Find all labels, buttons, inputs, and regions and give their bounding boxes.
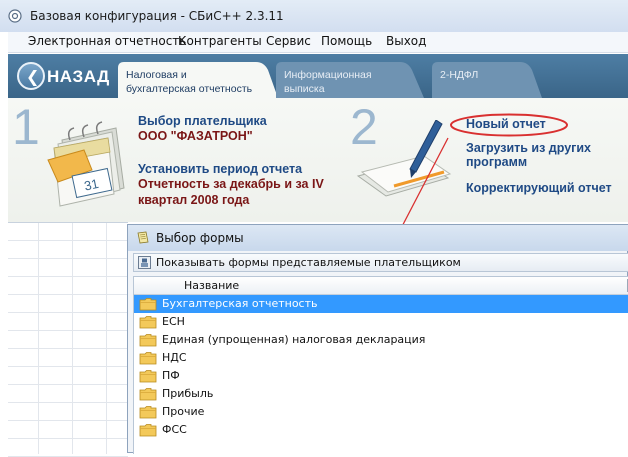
tab-label: Информационная выписка [284,69,372,95]
column-header-name[interactable]: Название [184,279,239,292]
grid-row [8,439,128,457]
list-item[interactable]: Прочие [134,403,628,421]
app-icon [8,9,22,23]
folder-icon [139,388,157,401]
title-bar: Базовая конфигурация - СБиС++ 2.3.11 [0,0,628,32]
grid-row [8,421,128,439]
dialog-title-bar[interactable]: Выбор формы [128,225,628,251]
calendar-day: 31 [83,176,100,194]
grid-row [8,241,128,259]
folder-icon [139,370,157,383]
tab-label: Налоговая и бухгалтерская отчетность [126,69,253,95]
grid-row [8,223,128,241]
folder-icon [139,316,157,329]
payer-name: ООО "ФАЗАТРОН" [138,129,253,143]
folder-icon [139,352,157,365]
list-item-label: ФСС [162,423,187,436]
folder-icon [139,334,157,347]
grid-row [8,295,128,313]
menu-item-reporting[interactable]: Электронная отчетность [28,34,186,48]
grid-row [8,367,128,385]
folder-icon [139,424,157,437]
tab-2ndfl[interactable]: 2-НДФЛ [432,62,542,100]
back-arrow-icon: ❮ [26,67,40,86]
new-report-link[interactable]: Новый отчет [466,117,546,131]
back-label: НАЗАД [47,67,110,86]
filter-label[interactable]: Показывать формы представляемые плательщ… [156,256,461,269]
list-item-label: Прочие [162,405,205,418]
pen-paper-icon [356,120,452,197]
grid-row [8,331,128,349]
list-item-label: ЕСН [162,315,185,328]
nav-tab-strip: ❮ НАЗАД Налоговая и бухгалтерская отчетн… [8,54,628,98]
grid-row [8,403,128,421]
folder-icon [139,406,157,419]
tab-label: 2-НДФЛ [440,69,479,81]
grid-row [8,385,128,403]
back-circle: ❮ [17,62,45,90]
step-number-1: 1 [12,99,40,155]
tab-tax-reporting[interactable]: Налоговая и бухгалтерская отчетность [118,62,278,100]
list-item[interactable]: НДС [134,349,628,367]
list-item-label: НДС [162,351,187,364]
steps-panel: 1 31 Выбор плательщика ООО "ФАЗАТРОН" Ус… [8,98,628,222]
filter-toggle-icon[interactable] [138,256,151,269]
folder-icon [139,298,157,311]
list-item[interactable]: Единая (упрощенная) налоговая декларация [134,331,628,349]
grid-row [8,259,128,277]
corrective-report-link[interactable]: Корректирующий отчет [466,181,612,195]
load-from-programs-link[interactable]: Загрузить из других программ [466,141,591,169]
tab-info-extract[interactable]: Информационная выписка [276,62,424,100]
grid-row [8,313,128,331]
list-item[interactable]: Бухгалтерская отчетность [134,295,628,313]
form-icon [137,231,149,244]
back-button[interactable]: ❮ НАЗАД [17,61,109,93]
dialog-title: Выбор формы [156,231,244,245]
background-grid [8,222,128,457]
menu-bar: Электронная отчетность Контрагенты Серви… [8,32,628,53]
list-item[interactable]: ФСС [134,421,628,439]
filter-toolbar: Показывать формы представляемые плательщ… [133,253,628,272]
forms-list: Название Бухгалтерская отчетность ЕСН Ед… [133,276,628,454]
grid-row [8,349,128,367]
list-header: Название [134,277,628,295]
period-value-line2: квартал 2008 года [138,193,250,207]
list-item-label: Бухгалтерская отчетность [162,297,318,310]
list-item[interactable]: ПФ [134,367,628,385]
list-item[interactable]: Прибыль [134,385,628,403]
list-item[interactable]: ЕСН [134,313,628,331]
grid-row [8,277,128,295]
menu-item-service[interactable]: Сервис [266,34,311,48]
calendar-icon: 31 [47,121,125,207]
window-title: Базовая конфигурация - СБиС++ 2.3.11 [30,9,284,23]
set-period-link[interactable]: Установить период отчета [138,162,302,176]
select-payer-link[interactable]: Выбор плательщика [138,114,267,128]
form-select-dialog: Выбор формы Показывать формы представляе… [127,224,628,454]
list-item-label: Прибыль [162,387,214,400]
list-item-label: ПФ [162,369,180,382]
list-item-label: Единая (упрощенная) налоговая декларация [162,333,426,346]
menu-item-contractors[interactable]: Контрагенты [178,34,262,48]
menu-item-exit[interactable]: Выход [386,34,426,48]
menu-item-help[interactable]: Помощь [321,34,372,48]
period-value-line1: Отчетность за декабрь и за IV [138,177,324,191]
